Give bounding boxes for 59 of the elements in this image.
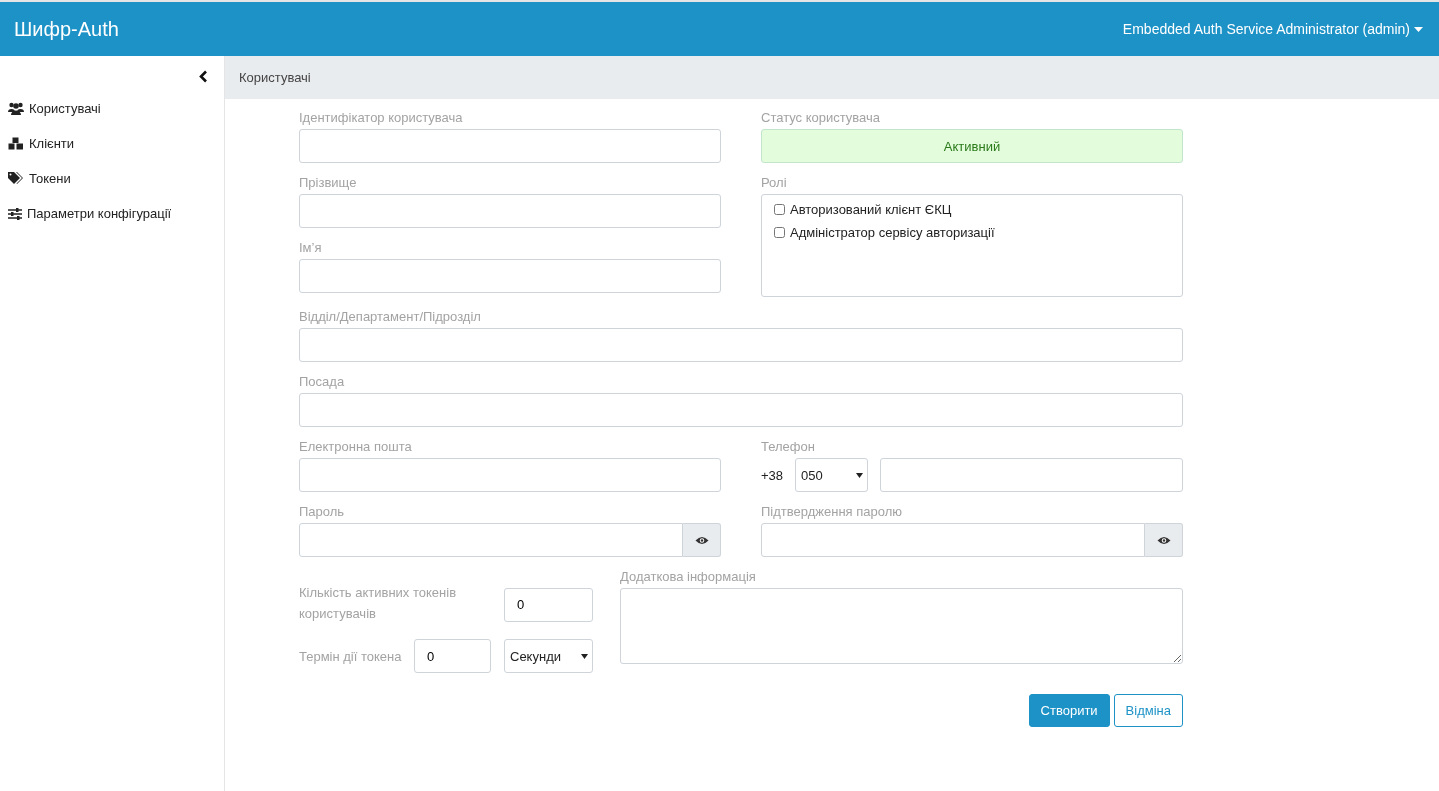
field-label: Підтвердження паролю xyxy=(761,503,903,520)
user-menu[interactable]: Embedded Auth Service Administrator (admin) xyxy=(1122,21,1425,37)
field-label: Відділ/Департамент/Підрозділ xyxy=(299,308,482,325)
create-button[interactable]: Створити xyxy=(1028,694,1110,727)
field-label: Електронна пошта xyxy=(299,438,413,455)
caret-icon xyxy=(1414,26,1423,32)
password-confirm-field[interactable] xyxy=(761,523,1145,557)
role-label: Авторизований клієнт ЄКЦ xyxy=(790,202,952,217)
operator-code-dropdown[interactable]: 050 xyxy=(795,458,869,492)
cancel-button[interactable]: Відміна xyxy=(1113,694,1183,727)
field-label: Ідентифікатор користувача xyxy=(299,109,464,126)
position-field[interactable] xyxy=(299,393,1183,427)
chevron-left-icon[interactable] xyxy=(199,70,208,83)
notes-textarea[interactable] xyxy=(620,588,1183,664)
field-label: Ім’я xyxy=(299,239,323,256)
password-field[interactable] xyxy=(299,523,683,557)
field-label: Ролі xyxy=(761,174,788,191)
brand-title[interactable]: Шифр-Auth xyxy=(14,17,119,41)
phone-field[interactable] xyxy=(880,458,1183,492)
role-checkbox[interactable] xyxy=(774,204,785,215)
sidebar-label: Параметри конфігурації xyxy=(27,206,172,221)
field-label: Статус користувача xyxy=(761,109,882,126)
field-label: Прізвище xyxy=(299,174,358,191)
sliders-icon xyxy=(8,207,22,220)
field-label: Термін дії токена xyxy=(299,647,403,665)
phone-prefix: +38 xyxy=(761,467,784,483)
show-password-button[interactable] xyxy=(683,523,721,557)
caret-icon xyxy=(581,653,588,659)
field-label: Додаткова інформація xyxy=(620,568,757,585)
breadcrumb-text[interactable]: Користувачі xyxy=(239,70,311,85)
field-label: Посада xyxy=(299,373,346,390)
role-label: Адміністратор сервісу авторизації xyxy=(790,225,995,240)
token-lifetime-field[interactable]: 0 xyxy=(414,639,491,673)
status-indicator: Активний xyxy=(761,129,1183,163)
caret-icon xyxy=(856,472,864,478)
user-id-field[interactable] xyxy=(299,129,721,163)
eye-icon xyxy=(1156,535,1171,545)
sidebar-item[interactable]: Клієнти xyxy=(0,126,224,161)
email-field[interactable] xyxy=(299,458,721,492)
department-field[interactable] xyxy=(299,328,1183,362)
sidebar-item[interactable]: Токени xyxy=(0,161,224,196)
field-label: Телефон xyxy=(761,438,816,455)
sidebar-item[interactable]: Користувачі xyxy=(0,91,224,126)
users-icon xyxy=(8,102,24,115)
role-checkbox[interactable] xyxy=(774,227,785,238)
field-label: Пароль xyxy=(299,503,346,520)
show-password-button[interactable] xyxy=(1145,523,1183,557)
surname-field[interactable] xyxy=(299,194,721,228)
token-count-field[interactable]: 0 xyxy=(504,587,593,622)
sidebar-label: Користувачі xyxy=(29,101,101,116)
first-name-field[interactable] xyxy=(299,259,721,293)
sidebar-label: Токени xyxy=(29,171,71,186)
eye-icon xyxy=(694,535,709,545)
sidebar-label: Клієнти xyxy=(29,136,75,151)
tags-icon xyxy=(8,172,24,185)
time-unit-dropdown[interactable]: Секунди xyxy=(504,639,593,673)
sidebar-item[interactable]: Параметри конфігурації xyxy=(0,196,224,231)
cubes-icon xyxy=(8,137,24,150)
field-label: Кількість активних токенів користувачів xyxy=(299,584,458,623)
